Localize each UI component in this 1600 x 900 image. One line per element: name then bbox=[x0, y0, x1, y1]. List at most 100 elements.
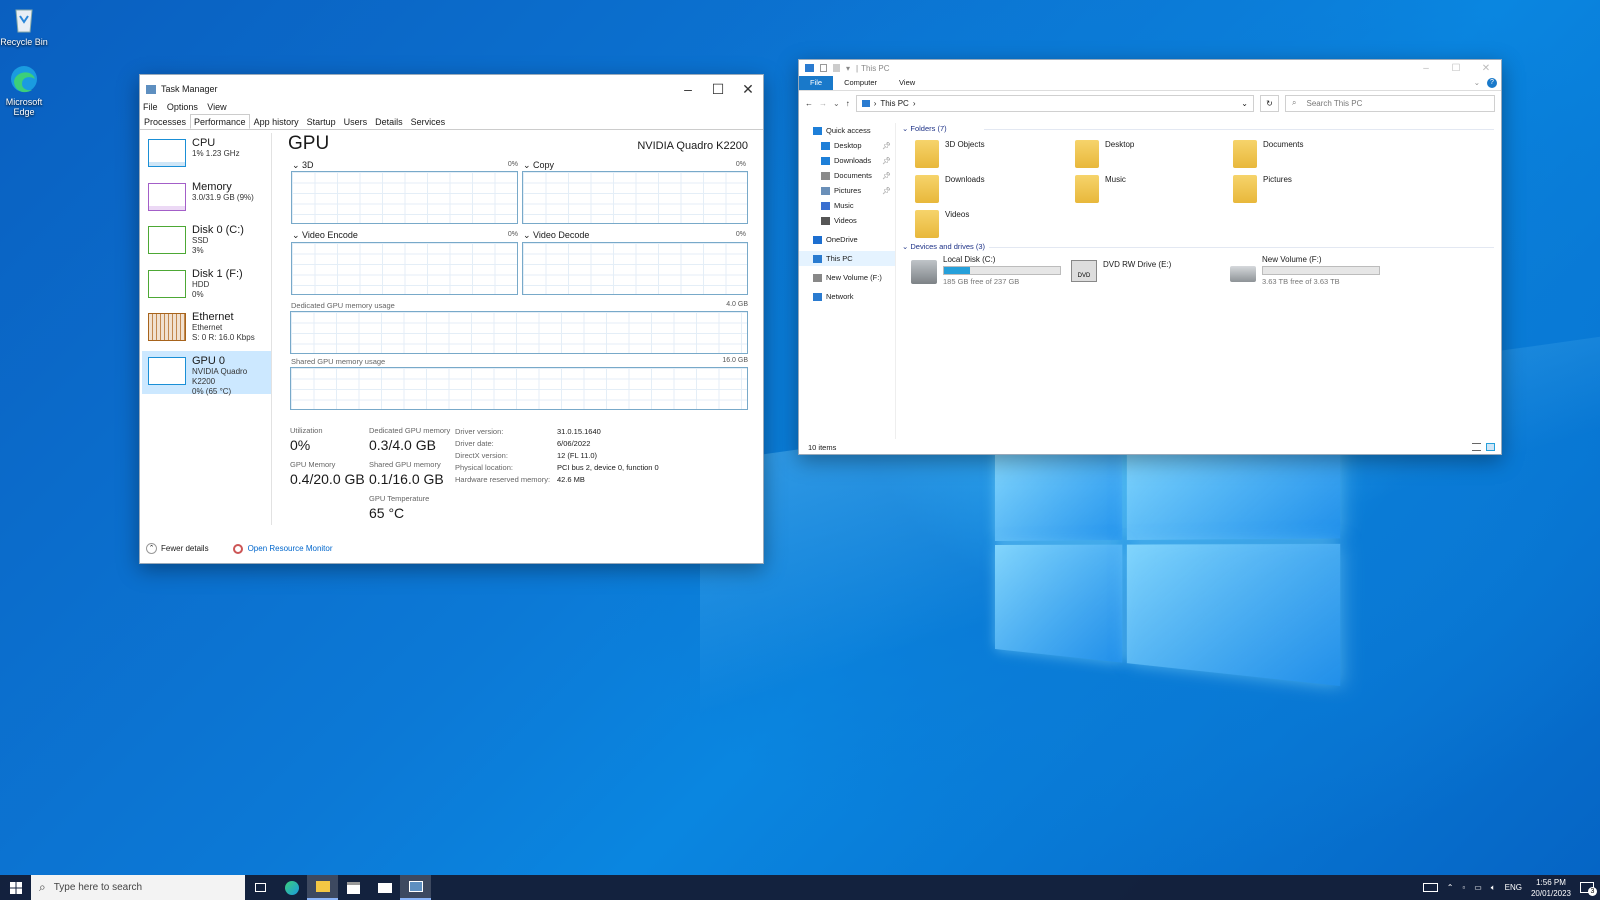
close-button[interactable]: ✕ bbox=[1471, 63, 1501, 74]
task-manager-window[interactable]: Task Manager – ☐ ✕ File Options View Pro… bbox=[139, 74, 764, 564]
taskbar-search-box[interactable]: ⌕ Type here to search bbox=[31, 875, 245, 900]
fewer-details-button[interactable]: ⌃ Fewer details bbox=[146, 543, 209, 554]
engine-encode-label[interactable]: ⌄ Video Encode bbox=[292, 230, 358, 241]
drives-group-header[interactable]: ⌄ Devices and drives (3) bbox=[902, 242, 985, 251]
start-button[interactable] bbox=[0, 875, 31, 900]
maximize-button[interactable]: ☐ bbox=[703, 81, 733, 98]
close-button[interactable]: ✕ bbox=[733, 81, 763, 98]
back-arrow-icon[interactable]: ← bbox=[805, 99, 813, 108]
keyboard-icon[interactable] bbox=[1423, 883, 1438, 892]
resource-cpu[interactable]: CPU 1% 1.23 GHz bbox=[142, 133, 271, 177]
ribbon-tab-view[interactable]: View bbox=[888, 76, 926, 90]
minimize-button[interactable]: – bbox=[673, 81, 703, 97]
taskbar-edge[interactable] bbox=[276, 875, 307, 900]
details-view-icon[interactable] bbox=[1472, 443, 1481, 451]
tab-users[interactable]: Users bbox=[340, 114, 372, 129]
stat-gpu-memory: GPU Memory 0.4/20.0 GB bbox=[290, 460, 365, 487]
language-indicator[interactable]: ENG bbox=[1505, 883, 1522, 892]
network-icon[interactable]: ▭ bbox=[1474, 883, 1482, 892]
open-resource-monitor-link[interactable]: Open Resource Monitor bbox=[248, 544, 333, 553]
ribbon-tab-computer[interactable]: Computer bbox=[833, 76, 888, 90]
volume-icon[interactable]: 🔈︎ bbox=[1491, 883, 1496, 893]
resource-detail: 3% bbox=[192, 246, 244, 256]
ribbon-expand-icon[interactable]: ⌄ bbox=[1471, 76, 1483, 90]
taskbar-file-explorer[interactable] bbox=[307, 875, 338, 900]
tab-performance[interactable]: Performance bbox=[190, 114, 250, 129]
up-arrow-icon[interactable]: ↑ bbox=[846, 99, 850, 108]
drive-f[interactable]: New Volume (F:) 3.63 TB free of 3.63 TB bbox=[1230, 255, 1380, 286]
menu-file[interactable]: File bbox=[143, 102, 158, 112]
device-icon[interactable]: ▫ bbox=[1462, 883, 1465, 892]
desktop-icon-edge[interactable]: Microsoft Edge bbox=[0, 64, 48, 117]
clock[interactable]: 1:56 PM 20/01/2023 bbox=[1531, 877, 1571, 899]
folder-icon bbox=[821, 172, 830, 180]
folder-desktop[interactable]: Desktop bbox=[1075, 140, 1134, 168]
title-bar[interactable]: ▾ | This PC – ☐ ✕ bbox=[799, 60, 1501, 76]
task-view-button[interactable] bbox=[245, 875, 276, 900]
nav-item-pictures[interactable]: Pictures 📌︎ bbox=[799, 183, 895, 198]
ribbon-tab-file[interactable]: File bbox=[799, 76, 833, 90]
desktop-icon-recycle-bin[interactable]: Recycle Bin bbox=[0, 4, 48, 47]
forward-arrow-icon[interactable]: → bbox=[819, 99, 827, 108]
minimize-button[interactable]: – bbox=[1411, 63, 1441, 74]
menu-view[interactable]: View bbox=[207, 102, 226, 112]
refresh-icon[interactable]: ↻ bbox=[1260, 95, 1279, 112]
folder-documents[interactable]: Documents bbox=[1233, 140, 1303, 168]
folders-group-header[interactable]: ⌄ Folders (7) bbox=[902, 124, 947, 133]
properties-icon[interactable] bbox=[820, 64, 827, 72]
taskbar-task-manager[interactable] bbox=[400, 875, 431, 900]
nav-item-videos[interactable]: Videos bbox=[799, 213, 895, 228]
nav-item-network[interactable]: Network bbox=[799, 289, 895, 304]
resource-detail: 1% 1.23 GHz bbox=[192, 149, 240, 159]
resource-disk-1[interactable]: Disk 1 (F:) HDD 0% bbox=[142, 264, 271, 308]
engine-copy-label[interactable]: ⌄ Copy bbox=[523, 160, 554, 171]
quick-access-dropdown-icon[interactable]: ▾ bbox=[846, 64, 850, 73]
file-explorer-window[interactable]: ▾ | This PC – ☐ ✕ File Computer View ⌄ ?… bbox=[798, 59, 1502, 455]
folder-downloads[interactable]: Downloads bbox=[915, 175, 985, 203]
tab-details[interactable]: Details bbox=[371, 114, 407, 129]
folder-3d-objects[interactable]: 3D Objects bbox=[915, 140, 985, 168]
menu-options[interactable]: Options bbox=[167, 102, 198, 112]
folder-pictures[interactable]: Pictures bbox=[1233, 175, 1292, 203]
folder-videos[interactable]: Videos bbox=[915, 210, 969, 238]
notification-center-button[interactable]: 3 bbox=[1580, 882, 1594, 893]
engine-decode-label[interactable]: ⌄ Video Decode bbox=[523, 230, 589, 241]
drive-c[interactable]: Local Disk (C:) 185 GB free of 237 GB bbox=[911, 255, 1061, 286]
stat-label: Utilization bbox=[290, 426, 323, 435]
nav-item-onedrive[interactable]: OneDrive bbox=[799, 232, 895, 247]
maximize-button[interactable]: ☐ bbox=[1441, 63, 1471, 74]
nav-item-quick-access[interactable]: Quick access bbox=[799, 123, 895, 138]
taskbar-mail[interactable] bbox=[369, 875, 400, 900]
taskbar-store[interactable] bbox=[338, 875, 369, 900]
large-icons-view-icon[interactable] bbox=[1486, 443, 1495, 451]
tab-services[interactable]: Services bbox=[407, 114, 450, 129]
nav-item-music[interactable]: Music bbox=[799, 198, 895, 213]
engine-3d-label[interactable]: ⌄ 3D bbox=[292, 160, 314, 171]
resource-memory[interactable]: Memory 3.0/31.9 GB (9%) bbox=[142, 177, 271, 221]
chevron-up-icon[interactable]: ⌃ bbox=[1447, 883, 1454, 892]
drive-e-dvd[interactable]: DVD DVD RW Drive (E:) bbox=[1071, 260, 1171, 282]
help-icon[interactable]: ? bbox=[1487, 78, 1497, 88]
nav-item-this-pc[interactable]: This PC bbox=[799, 251, 895, 266]
prop-value: 31.0.15.1640 bbox=[557, 426, 601, 438]
address-dropdown-icon[interactable]: ⌄ bbox=[1241, 99, 1248, 108]
search-box[interactable]: ⌕ Search This PC bbox=[1285, 95, 1495, 112]
nav-item-documents[interactable]: Documents 📌︎ bbox=[799, 168, 895, 183]
tab-app-history[interactable]: App history bbox=[250, 114, 303, 129]
nav-item-downloads[interactable]: Downloads 📌︎ bbox=[799, 153, 895, 168]
resource-monitor-icon bbox=[233, 544, 243, 554]
resource-gpu-0[interactable]: GPU 0 NVIDIA Quadro K2200 0% (65 °C) bbox=[142, 351, 271, 395]
address-bar[interactable]: › This PC › ⌄ bbox=[856, 95, 1254, 112]
folder-music[interactable]: Music bbox=[1075, 175, 1126, 203]
folder-icon bbox=[1075, 140, 1099, 168]
resource-detail: NVIDIA Quadro K2200 bbox=[192, 367, 265, 387]
resource-disk-0[interactable]: Disk 0 (C:) SSD 3% bbox=[142, 220, 271, 264]
tab-startup[interactable]: Startup bbox=[303, 114, 340, 129]
tab-processes[interactable]: Processes bbox=[140, 114, 190, 129]
nav-item-new-volume-f[interactable]: New Volume (F:) bbox=[799, 270, 895, 285]
recent-locations-icon[interactable]: ⌄ bbox=[833, 99, 840, 108]
resource-ethernet[interactable]: Ethernet Ethernet S: 0 R: 16.0 Kbps bbox=[142, 307, 271, 351]
new-folder-icon[interactable] bbox=[833, 64, 840, 72]
nav-item-desktop[interactable]: Desktop 📌︎ bbox=[799, 138, 895, 153]
dedicated-memory-max: 4.0 GB bbox=[688, 301, 748, 308]
